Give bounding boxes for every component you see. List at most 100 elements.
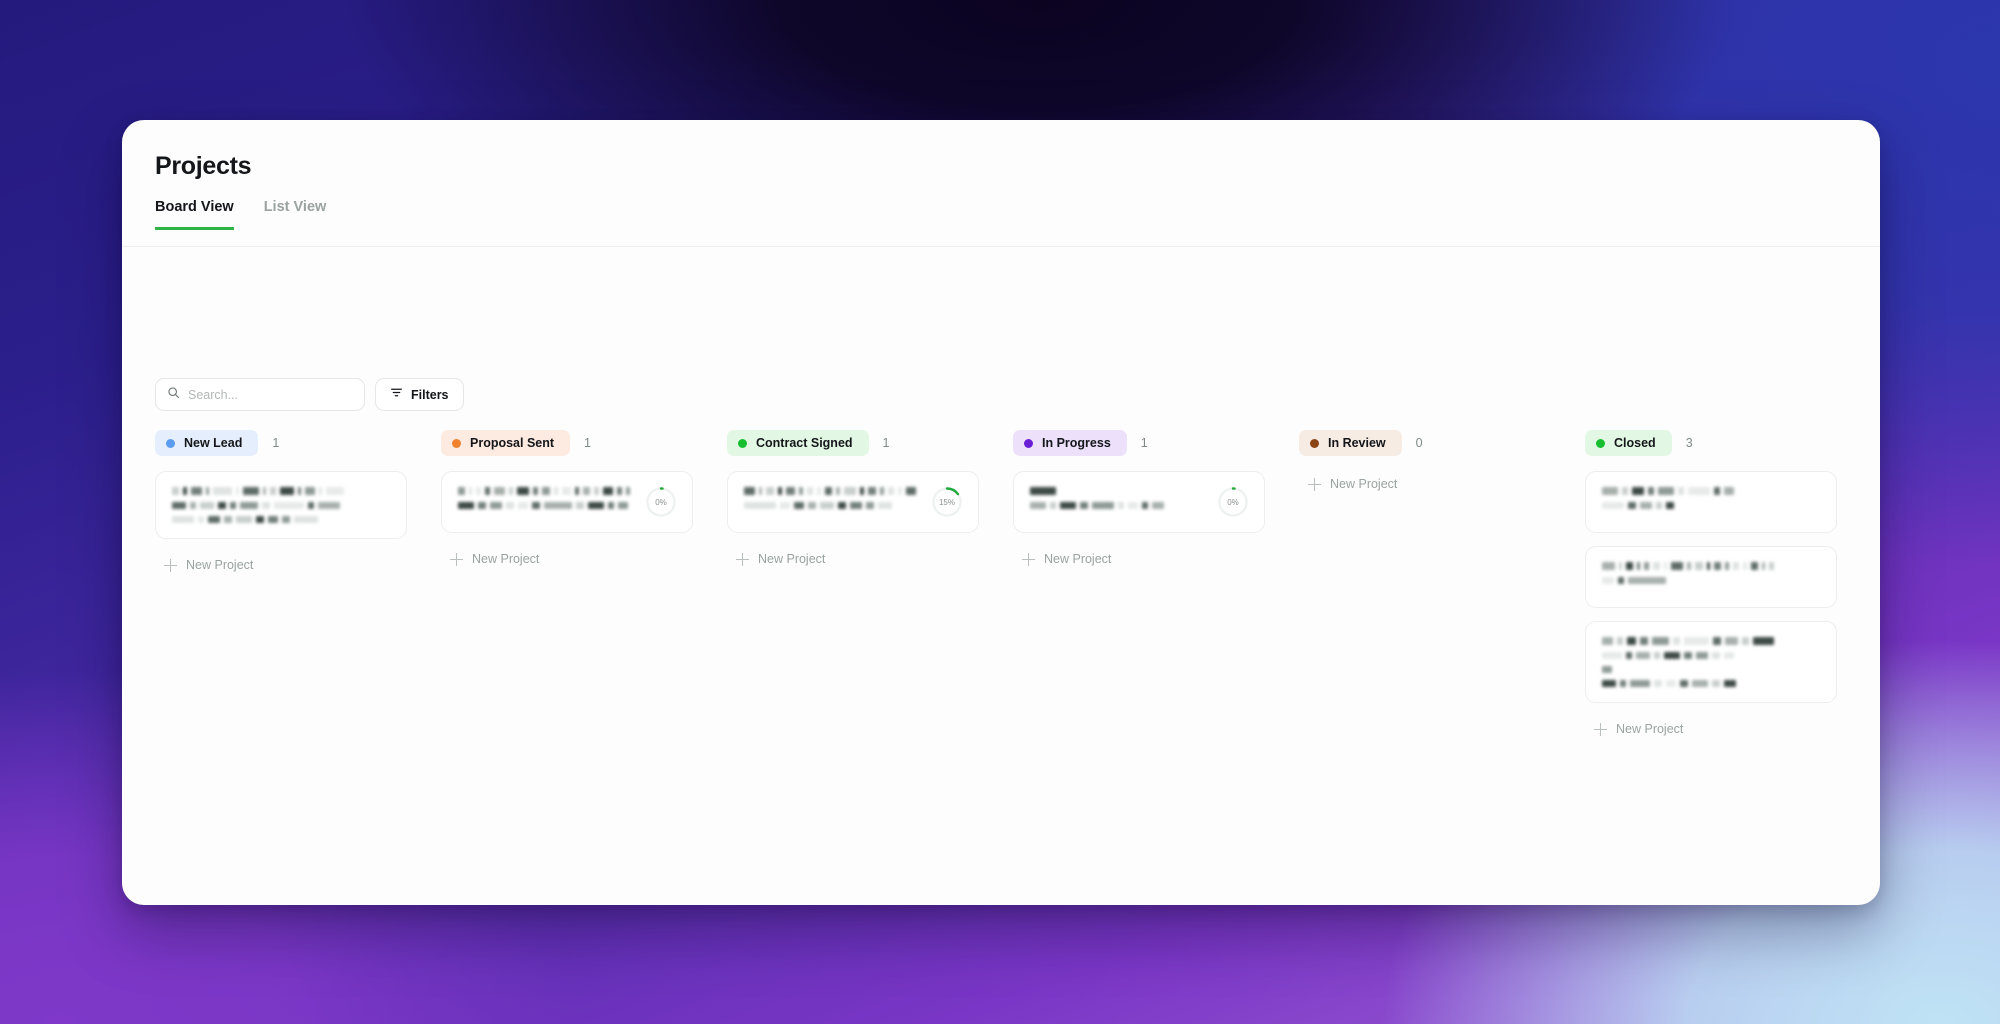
new-project-button[interactable]: New Project [727, 546, 979, 572]
filter-icon [390, 386, 403, 404]
status-badge[interactable]: In Progress [1013, 430, 1127, 456]
plus-icon [736, 552, 749, 566]
progress-ring: 15% [931, 486, 963, 518]
redacted-text-line [1030, 487, 1202, 495]
card-content-redacted [1602, 637, 1820, 687]
redacted-text-line [1602, 680, 1774, 687]
new-project-label: New Project [1044, 552, 1112, 566]
filters-button[interactable]: Filters [375, 378, 464, 411]
column-header: In Progress 1 [1013, 430, 1265, 456]
redacted-text-line [1602, 502, 1774, 509]
board-column: Proposal Sent 1 0% New Project [441, 430, 693, 742]
redacted-text-line [1602, 487, 1774, 495]
status-dot-icon [452, 438, 461, 448]
new-project-button[interactable]: New Project [1585, 716, 1837, 742]
column-count: 1 [1140, 436, 1148, 450]
search-input[interactable] [188, 387, 353, 402]
project-card[interactable] [1585, 621, 1837, 703]
card-content-redacted [1030, 487, 1248, 509]
tab-list-view[interactable]: List View [264, 200, 327, 230]
status-badge[interactable]: Contract Signed [727, 430, 869, 456]
header-divider [122, 246, 1880, 247]
new-project-button[interactable]: New Project [441, 546, 693, 572]
new-project-label: New Project [1616, 722, 1684, 736]
filters-button-label: Filters [411, 387, 449, 402]
card-content-redacted [458, 487, 676, 509]
status-label: In Review [1328, 436, 1386, 450]
redacted-text-line [1602, 577, 1774, 584]
redacted-text-line [1602, 562, 1774, 570]
status-dot-icon [1024, 438, 1033, 448]
column-header: New Lead 1 [155, 430, 407, 456]
redacted-text-line [172, 487, 344, 495]
project-card[interactable] [1585, 546, 1837, 608]
new-project-label: New Project [186, 558, 254, 572]
status-label: In Progress [1042, 436, 1111, 450]
board-column: Contract Signed 1 15% New Project [727, 430, 979, 742]
plus-icon [1022, 552, 1035, 566]
board-column: In Review 0 New Project [1299, 430, 1551, 742]
search-icon [167, 386, 180, 404]
status-label: New Lead [184, 436, 243, 450]
search-input-wrapper[interactable] [155, 378, 365, 411]
plus-icon [164, 558, 177, 572]
project-card[interactable] [1585, 471, 1837, 533]
column-count: 3 [1685, 436, 1693, 450]
redacted-text-line [1602, 652, 1774, 659]
status-dot-icon [1596, 438, 1605, 448]
plus-icon [450, 552, 463, 566]
projects-panel: Projects Board View List View Search... … [122, 120, 1880, 905]
progress-ring: 0% [645, 486, 677, 518]
card-content-redacted [744, 487, 962, 509]
redacted-text-line [458, 487, 630, 495]
redacted-text-line [458, 502, 630, 509]
redacted-text-line [172, 502, 344, 509]
column-header: Contract Signed 1 [727, 430, 979, 456]
status-label: Closed [1614, 436, 1656, 450]
status-dot-icon [1310, 438, 1319, 448]
column-count: 0 [1415, 436, 1423, 450]
new-project-label: New Project [472, 552, 540, 566]
new-project-button[interactable]: New Project [1299, 471, 1551, 497]
column-count: 1 [272, 436, 280, 450]
status-badge[interactable]: New Lead [155, 430, 259, 456]
column-count: 1 [584, 436, 591, 450]
status-dot-icon [738, 438, 747, 448]
new-project-button[interactable]: New Project [155, 552, 407, 578]
column-header: Closed 3 [1585, 430, 1837, 456]
redacted-text-line [172, 516, 344, 523]
redacted-text-line [744, 502, 916, 509]
redacted-text-line [1602, 637, 1775, 645]
project-card[interactable]: 15% [727, 471, 979, 533]
view-tabs: Board View List View [155, 200, 326, 230]
column-count: 1 [882, 436, 890, 450]
project-card[interactable]: 0% [441, 471, 693, 533]
column-header: Proposal Sent 1 [441, 430, 693, 456]
plus-icon [1308, 477, 1321, 491]
tab-board-view[interactable]: Board View [155, 200, 234, 230]
redacted-text-line [1030, 502, 1202, 509]
redacted-text-line [744, 487, 916, 495]
page-title: Projects [155, 152, 252, 180]
status-badge[interactable]: Closed [1585, 430, 1672, 456]
status-dot-icon [166, 438, 175, 448]
status-badge[interactable]: Proposal Sent [441, 430, 571, 456]
plus-icon [1594, 722, 1607, 736]
project-card[interactable]: 0% [1013, 471, 1265, 533]
status-badge[interactable]: In Review [1299, 430, 1402, 456]
new-project-label: New Project [758, 552, 826, 566]
card-content-redacted [1602, 487, 1820, 509]
card-content-redacted [172, 487, 390, 523]
progress-ring: 0% [1217, 486, 1249, 518]
board-column: New Lead 1 New Project [155, 430, 407, 742]
kanban-board: New Lead 1 New Project Proposal Sent 1 0% New … [155, 430, 1856, 742]
new-project-button[interactable]: New Project [1013, 546, 1265, 572]
status-label: Proposal Sent [470, 436, 555, 450]
progress-value: 0% [655, 497, 667, 507]
progress-value: 0% [1227, 497, 1239, 507]
board-toolbar: Filters [155, 378, 464, 411]
project-card[interactable] [155, 471, 407, 539]
board-column: In Progress 1 0% New Project [1013, 430, 1265, 742]
progress-value: 15% [938, 497, 955, 507]
new-project-label: New Project [1330, 477, 1398, 491]
